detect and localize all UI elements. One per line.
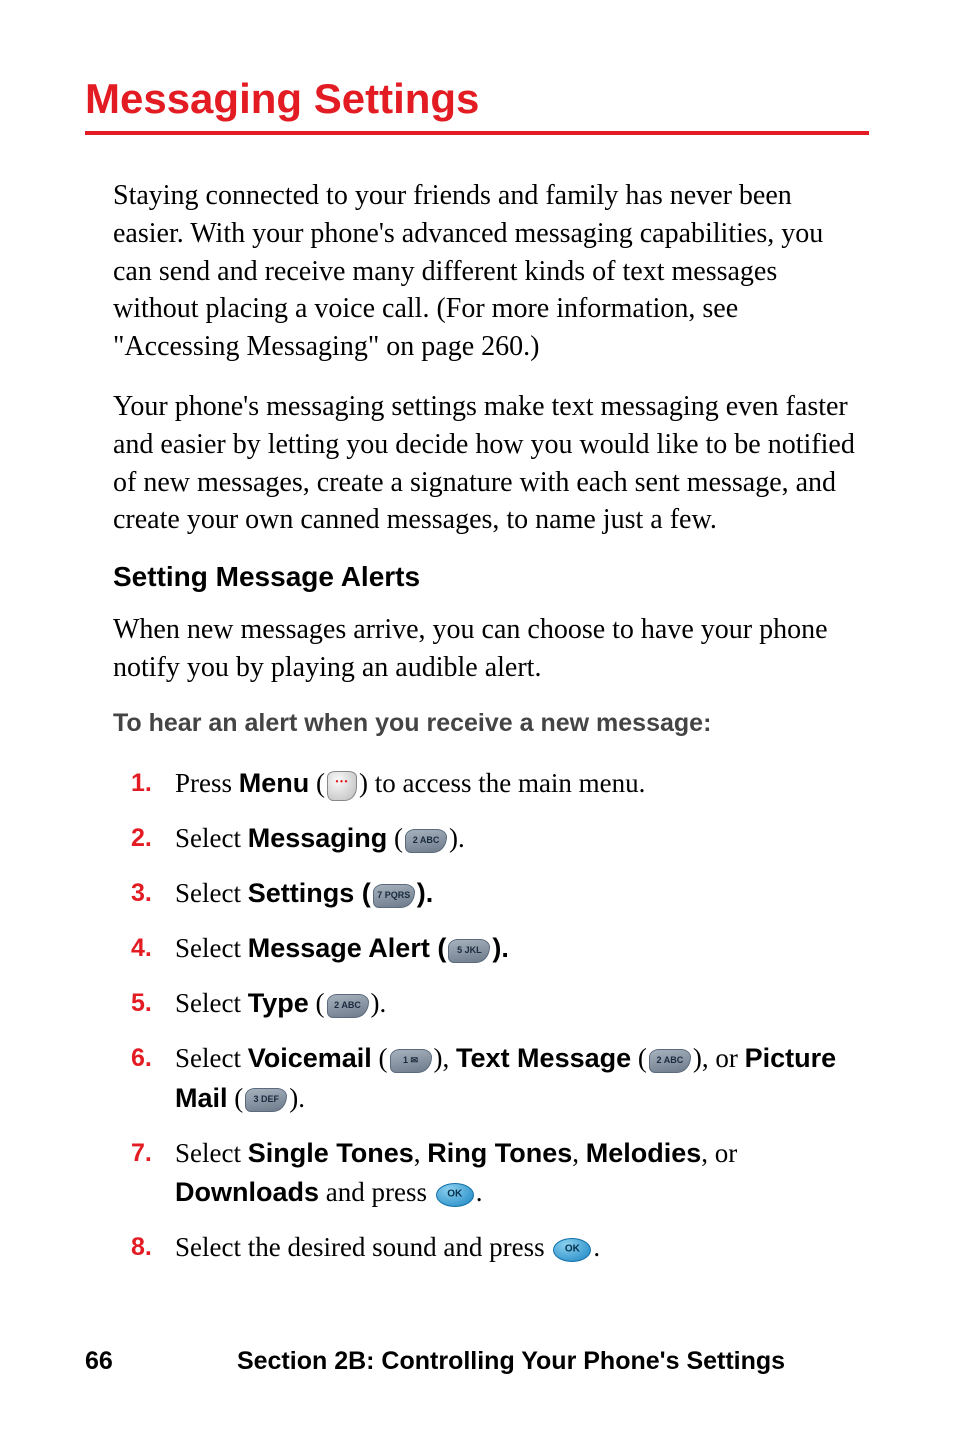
step-number: 6. <box>131 1039 175 1078</box>
ok-key-icon <box>553 1238 591 1262</box>
step-text: Press <box>175 768 239 798</box>
intro-paragraph-1: Staying connected to your friends and fa… <box>113 177 869 366</box>
step-text: ). <box>449 823 465 853</box>
step-number: 2. <box>131 819 175 858</box>
step-2: 2. Select Messaging (). <box>131 819 869 858</box>
step-text: and press <box>319 1177 434 1207</box>
step-text: ) to access the main menu. <box>359 768 645 798</box>
bold-type: Type <box>248 988 309 1018</box>
step-text: ( <box>430 933 447 963</box>
ok-key-icon <box>436 1183 474 1207</box>
step-text: . <box>476 1177 483 1207</box>
step-text: , <box>572 1138 586 1168</box>
section-title: Messaging Settings <box>85 75 869 123</box>
key-2-icon <box>405 829 447 853</box>
bold-message-alert: Message Alert <box>248 933 430 963</box>
step-text: ). <box>492 933 509 963</box>
step-text: Select the desired sound and press <box>175 1232 551 1262</box>
step-text: ). <box>289 1083 305 1113</box>
step-number: 5. <box>131 984 175 1023</box>
title-divider <box>85 131 869 135</box>
step-7: 7. Select Single Tones, Ring Tones, Melo… <box>131 1134 869 1212</box>
step-5: 5. Select Type (). <box>131 984 869 1023</box>
step-text: , <box>414 1138 428 1168</box>
subheading-intro: When new messages arrive, you can choose… <box>113 611 869 687</box>
step-number: 3. <box>131 874 175 913</box>
step-text: ( <box>631 1043 647 1073</box>
step-4: 4. Select Message Alert (). <box>131 929 869 968</box>
bold-voicemail: Voicemail <box>248 1043 372 1073</box>
step-text: ( <box>387 823 403 853</box>
step-text: ). <box>371 988 387 1018</box>
bold-melodies: Melodies <box>586 1138 702 1168</box>
step-text: Select <box>175 988 248 1018</box>
steps-list: 1. Press Menu ( ) to access the main menu… <box>131 764 869 1267</box>
bold-menu: Menu <box>239 768 310 798</box>
step-text: , or <box>701 1138 737 1168</box>
step-text: Select <box>175 823 248 853</box>
page-number: 66 <box>85 1347 230 1376</box>
key-2-icon <box>649 1049 691 1073</box>
section-label: Section 2B: Controlling Your Phone's Set… <box>237 1347 785 1375</box>
step-1: 1. Press Menu ( ) to access the main menu… <box>131 764 869 803</box>
step-number: 4. <box>131 929 175 968</box>
key-5-icon <box>448 939 490 963</box>
step-3: 3. Select Settings (). <box>131 874 869 913</box>
bold-messaging: Messaging <box>248 823 388 853</box>
instruction-heading: To hear an alert when you receive a new … <box>113 709 869 738</box>
bold-ring-tones: Ring Tones <box>427 1138 572 1168</box>
step-text: ), or <box>693 1043 745 1073</box>
step-6: 6. Select Voicemail (), Text Message (),… <box>131 1039 869 1117</box>
step-text: Select <box>175 933 248 963</box>
step-number: 7. <box>131 1134 175 1173</box>
key-2-icon <box>327 994 369 1018</box>
page-footer: 66 Section 2B: Controlling Your Phone's … <box>85 1347 869 1376</box>
step-text: ), <box>434 1043 457 1073</box>
step-text: Select <box>175 878 248 908</box>
bold-downloads: Downloads <box>175 1177 319 1207</box>
step-number: 8. <box>131 1228 175 1267</box>
step-text: ( <box>354 878 371 908</box>
key-7-icon <box>373 884 415 908</box>
bold-text-message: Text Message <box>456 1043 631 1073</box>
key-3-icon <box>245 1088 287 1112</box>
menu-key-icon <box>327 771 357 801</box>
step-8: 8. Select the desired sound and press . <box>131 1228 869 1267</box>
bold-settings: Settings <box>248 878 355 908</box>
step-text: Select <box>175 1043 248 1073</box>
step-text: ( <box>372 1043 388 1073</box>
step-text: ( <box>309 768 325 798</box>
intro-paragraph-2: Your phone's messaging settings make tex… <box>113 388 869 539</box>
step-text: ( <box>228 1083 244 1113</box>
step-text: . <box>593 1232 600 1262</box>
subheading: Setting Message Alerts <box>113 561 869 593</box>
step-text: ). <box>417 878 434 908</box>
step-text: ( <box>309 988 325 1018</box>
step-number: 1. <box>131 764 175 803</box>
bold-single-tones: Single Tones <box>248 1138 414 1168</box>
key-1-icon <box>390 1049 432 1073</box>
step-text: Select <box>175 1138 248 1168</box>
